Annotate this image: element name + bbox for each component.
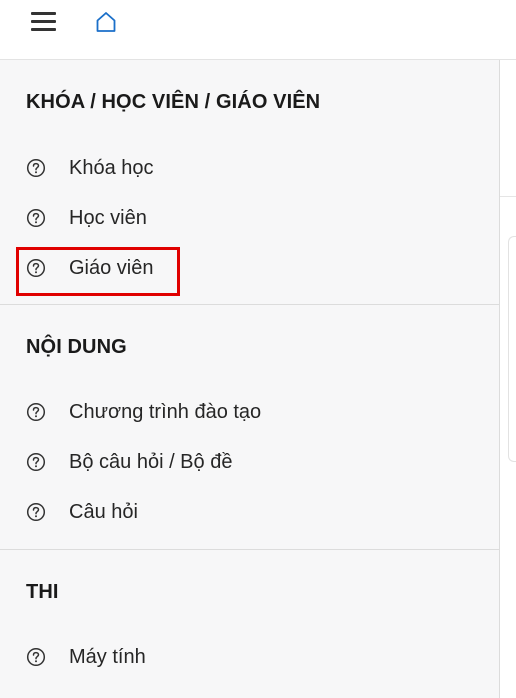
menu-item-label: Giáo viên xyxy=(69,256,154,279)
menu-item-label: Máy tính xyxy=(69,645,146,668)
menu-item-computer[interactable]: Máy tính xyxy=(16,637,476,677)
menu-item-question-sets[interactable]: Bộ câu hỏi / Bộ đề xyxy=(16,442,476,482)
menu-item-label: Học viên xyxy=(69,206,147,229)
question-circle-icon xyxy=(26,452,46,472)
hamburger-menu-icon[interactable] xyxy=(31,12,57,32)
page-card-edge xyxy=(508,236,516,462)
menu-item-label: Khóa học xyxy=(69,156,154,179)
section-divider xyxy=(0,549,500,550)
section-title: THI xyxy=(26,581,59,603)
menu-item-label: Câu hỏi xyxy=(69,500,138,523)
home-icon[interactable] xyxy=(94,10,118,34)
menu-item-label: Bộ câu hỏi / Bộ đề xyxy=(69,450,233,473)
menu-item-label: Chương trình đào tạo xyxy=(69,400,262,423)
menu-item-students[interactable]: Học viên xyxy=(16,198,476,238)
menu-item-teachers[interactable]: Giáo viên xyxy=(16,248,476,288)
question-circle-icon xyxy=(26,258,46,278)
section-title: KHÓA / HỌC VIÊN / GIÁO VIÊN xyxy=(26,91,321,113)
question-circle-icon xyxy=(26,502,46,522)
question-circle-icon xyxy=(26,208,46,228)
navigation-drawer: KHÓA / HỌC VIÊN / GIÁO VIÊN Khóa học Học… xyxy=(0,60,500,698)
menu-item-questions[interactable]: Câu hỏi xyxy=(16,492,476,532)
menu-item-training-program[interactable]: Chương trình đào tạo xyxy=(16,392,476,432)
menu-item-courses[interactable]: Khóa học xyxy=(16,148,476,188)
section-divider xyxy=(0,304,500,305)
app-root: KHÓA / HỌC VIÊN / GIÁO VIÊN Khóa học Học… xyxy=(0,0,516,698)
question-circle-icon xyxy=(26,402,46,422)
question-circle-icon xyxy=(26,647,46,667)
top-header xyxy=(0,0,516,60)
question-circle-icon xyxy=(26,158,46,178)
section-title: NỘI DUNG xyxy=(26,336,127,358)
